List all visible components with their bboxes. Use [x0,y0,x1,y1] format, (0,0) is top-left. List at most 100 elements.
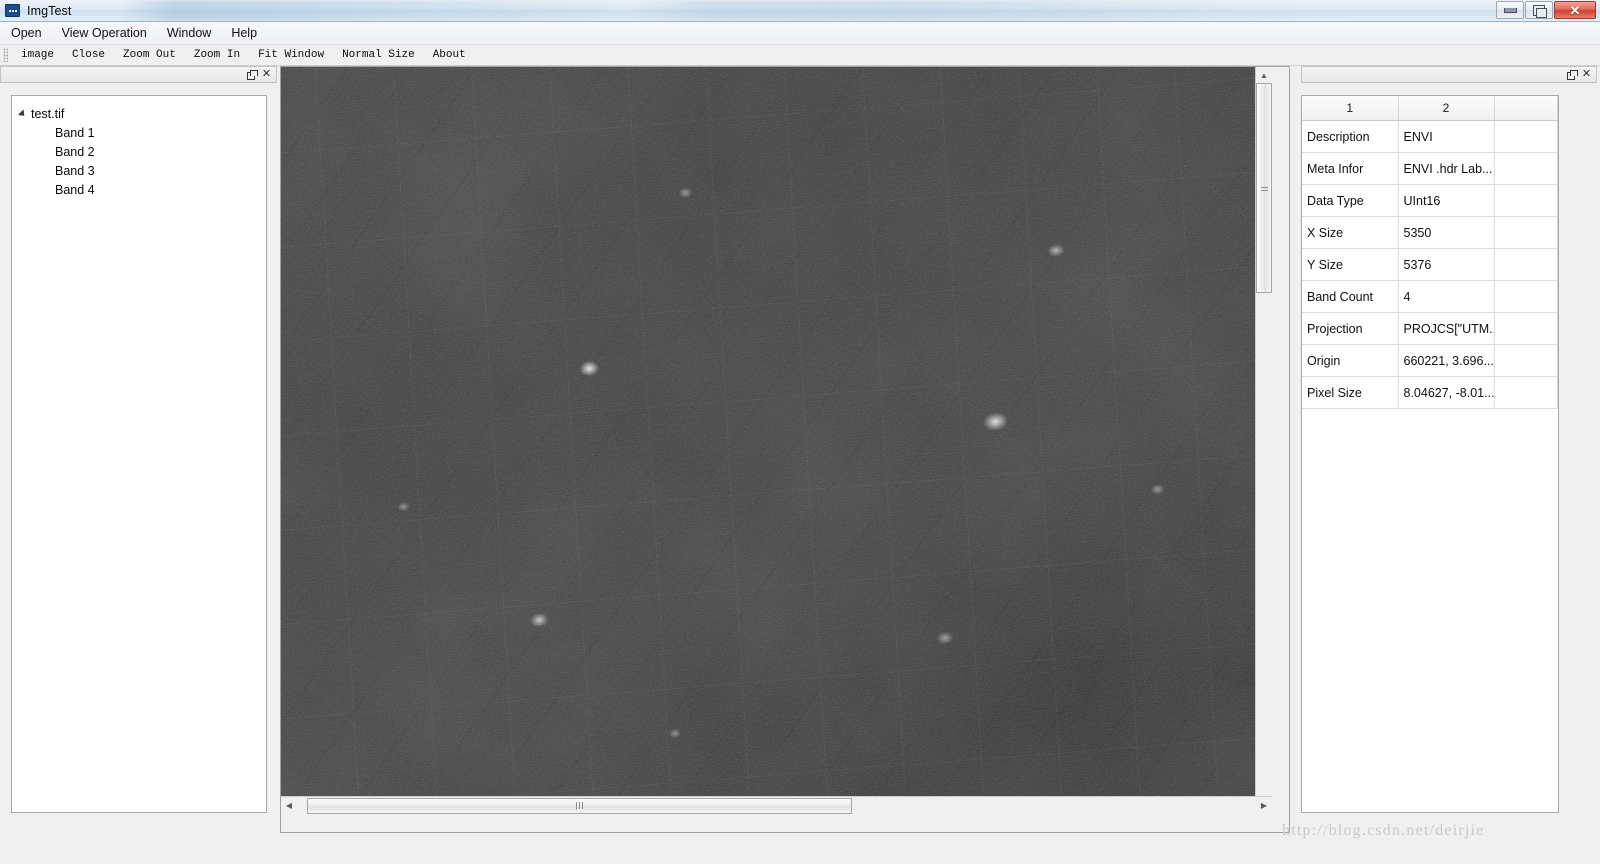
cell-empty [1494,344,1558,377]
tree-item-label: Band 2 [55,144,95,159]
chevron-down-icon[interactable] [17,108,28,119]
toolbar-button-about[interactable]: About [424,47,475,63]
cell-value: 4 [1398,280,1495,313]
column-header-1[interactable]: 1 [1302,96,1399,121]
cell-value: 5376 [1398,248,1495,281]
metadata-table-panel[interactable]: 1 2 Description ENVI Meta Infor ENVI .hdr … [1301,95,1559,813]
cell-key: Description [1302,120,1399,153]
toolbar-button-zoom-in[interactable]: Zoom In [185,47,249,63]
toolbar: image Close Zoom Out Zoom In Fit Window … [0,45,1600,66]
close-button[interactable]: ✕ [1554,1,1596,19]
cell-empty [1494,216,1558,249]
cell-empty [1494,248,1558,281]
menu-item-open[interactable]: Open [2,23,51,43]
right-dock-title-bar: ✕ [1301,66,1597,83]
cell-value: 8.04627, -8.01... [1398,376,1495,409]
scroll-up-arrow-icon[interactable]: ▲ [1256,67,1272,83]
tree-item-band-1[interactable]: Band 1 [12,123,266,142]
left-dock-close-button[interactable]: ✕ [260,68,273,81]
right-dock-close-button[interactable]: ✕ [1580,68,1593,81]
cell-key: Pixel Size [1302,376,1399,409]
cell-empty [1494,152,1558,185]
scroll-left-arrow-icon[interactable]: ◀ [281,798,297,814]
table-row[interactable]: Meta Infor ENVI .hdr Lab... [1302,152,1558,185]
window-controls: ✕ [1495,1,1596,19]
table-row[interactable]: Data Type UInt16 [1302,184,1558,217]
image-horizontal-scrollbar[interactable]: ◀ ▶ [281,796,1272,814]
menu-item-window[interactable]: Window [158,23,220,43]
horizontal-scroll-thumb[interactable] [307,797,852,814]
image-view-area: ▲ ▼ ◀ ▶ [280,66,1290,833]
column-header-2[interactable]: 2 [1398,96,1495,121]
float-icon [1567,70,1578,80]
tree-item-band-2[interactable]: Band 2 [12,142,266,161]
close-icon: ✕ [1569,2,1581,18]
cell-key: Y Size [1302,248,1399,281]
left-dock-title-bar: ✕ [0,66,277,83]
right-dock-panel: ✕ 1 2 Description ENVI Meta Infor ENVI .hd… [1298,66,1600,826]
cell-value: 5350 [1398,216,1495,249]
cell-empty [1494,376,1558,409]
cell-value: UInt16 [1398,184,1495,217]
table-row[interactable]: Origin 660221, 3.696... [1302,344,1558,377]
toolbar-button-zoom-out[interactable]: Zoom Out [114,47,185,63]
cell-key: Meta Infor [1302,152,1399,185]
cell-key: X Size [1302,216,1399,249]
tree-item-root-label: test.tif [31,106,65,121]
table-row[interactable]: X Size 5350 [1302,216,1558,249]
toolbar-button-normal-size[interactable]: Normal Size [333,47,424,63]
cell-key: Band Count [1302,280,1399,313]
vertical-scroll-track[interactable] [1256,83,1272,798]
left-dock-float-button[interactable] [245,68,258,81]
cell-key: Data Type [1302,184,1399,217]
status-bar [0,834,1600,864]
minimize-icon [1503,7,1517,13]
toolbar-button-image[interactable]: image [12,47,63,63]
column-header-3[interactable] [1494,96,1558,121]
float-icon [247,70,258,80]
table-row[interactable]: Band Count 4 [1302,280,1558,313]
minimize-button[interactable] [1496,1,1524,19]
table-header-row: 1 2 [1302,96,1558,121]
cell-value: 660221, 3.696... [1398,344,1495,377]
raster-noise-overlay [281,67,1272,814]
window-title-bar[interactable]: ImgTest ✕ [0,0,1600,22]
tree-item-band-4[interactable]: Band 4 [12,180,266,199]
band-tree-view[interactable]: test.tif Band 1 Band 2 Band 3 Band 4 [11,95,267,813]
satellite-raster-image [281,67,1272,814]
table-row[interactable]: Description ENVI [1302,120,1558,153]
title-bar-background-blur [120,0,1460,21]
cell-value: PROJCS["UTM... [1398,312,1495,345]
table-row[interactable]: Projection PROJCS["UTM... [1302,312,1558,345]
menu-bar: Open View Operation Window Help [0,22,1600,45]
app-icon [5,4,20,17]
image-vertical-scrollbar[interactable]: ▲ ▼ [1255,67,1272,814]
restore-button[interactable] [1525,1,1553,19]
cell-empty [1494,184,1558,217]
tree-item-band-3[interactable]: Band 3 [12,161,266,180]
toolbar-button-fit-window[interactable]: Fit Window [249,47,333,63]
restore-icon [1533,4,1547,18]
horizontal-scroll-track[interactable] [297,797,1256,814]
scroll-right-arrow-icon[interactable]: ▶ [1256,798,1272,814]
cell-empty [1494,120,1558,153]
window-title: ImgTest [27,3,72,18]
scroll-grip-icon [576,802,583,809]
table-row[interactable]: Pixel Size 8.04627, -8.01... [1302,376,1558,409]
cell-empty [1494,312,1558,345]
menu-item-view-operation[interactable]: View Operation [53,23,156,43]
left-dock-panel: ✕ test.tif Band 1 Band 2 Band 3 Band 4 [0,66,277,826]
tree-item-label: Band 4 [55,182,95,197]
toolbar-drag-handle[interactable] [3,48,8,62]
image-canvas[interactable]: ▲ ▼ ◀ ▶ [281,67,1272,814]
tree-item-root[interactable]: test.tif [12,104,266,123]
menu-item-help[interactable]: Help [222,23,266,43]
right-dock-float-button[interactable] [1565,68,1578,81]
vertical-scroll-thumb[interactable] [1256,83,1272,293]
table-row[interactable]: Y Size 5376 [1302,248,1558,281]
scroll-grip-icon [1260,184,1268,192]
cell-key: Origin [1302,344,1399,377]
tree-item-label: Band 1 [55,125,95,140]
toolbar-button-close[interactable]: Close [63,47,114,63]
cell-value: ENVI [1398,120,1495,153]
